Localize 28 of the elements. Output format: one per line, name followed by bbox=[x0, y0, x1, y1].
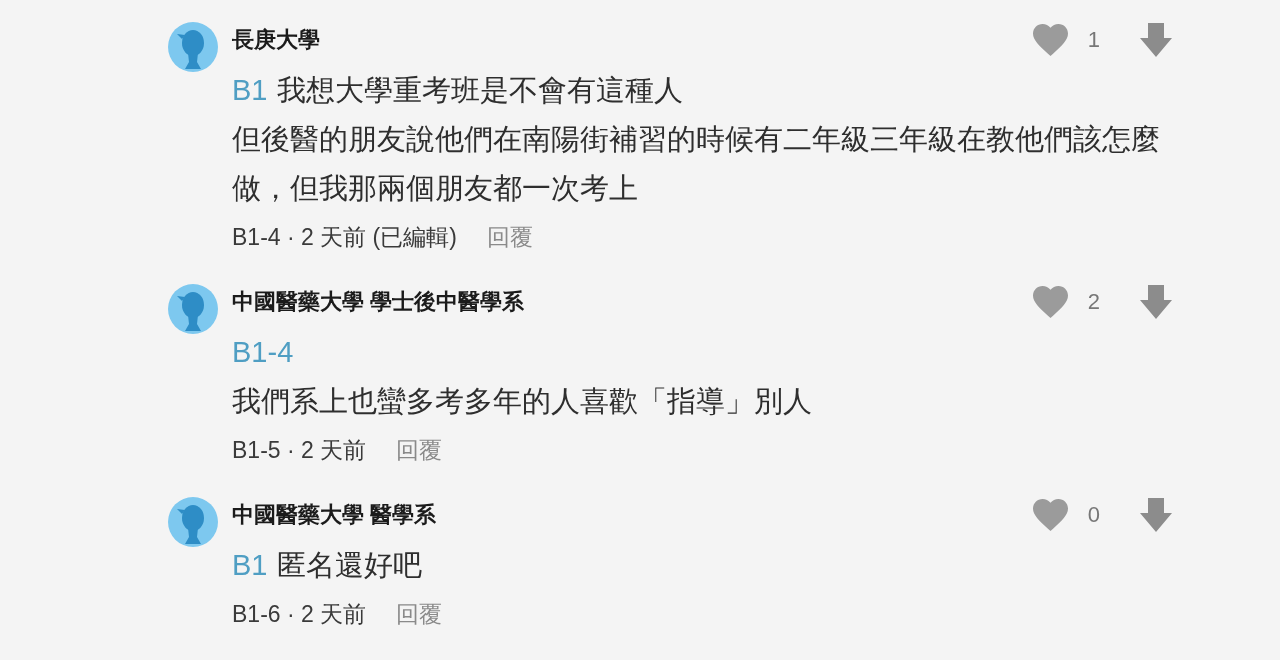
heart-icon[interactable] bbox=[1032, 24, 1068, 56]
reply-link[interactable]: 回覆 bbox=[396, 599, 443, 630]
mention-link[interactable]: B1-4 bbox=[232, 336, 294, 368]
avatar-icon bbox=[168, 497, 218, 547]
mention-link[interactable]: B1 bbox=[232, 549, 268, 581]
comment-text: B1 我想大學重考班是不會有這種人 bbox=[232, 73, 684, 108]
like-count: 0 bbox=[1087, 502, 1100, 528]
comment-text: 但後醫的朋友說他們在南陽街補習的時候有二年級三年級在教他們該怎麼做，但我那兩個朋友都一次考上 bbox=[232, 122, 1161, 206]
heart-icon[interactable] bbox=[1032, 286, 1068, 318]
down-arrow-icon[interactable] bbox=[1140, 285, 1172, 319]
comment-meta: B1-6 · 2 天前 bbox=[232, 600, 367, 629]
like-count: 2 bbox=[1087, 289, 1100, 315]
comment-meta: B1-5 · 2 天前 bbox=[232, 436, 367, 465]
comment-meta: B1-4 · 2 天前 (已編輯) bbox=[232, 223, 457, 252]
author-name: 中國醫藥大學 學士後中醫學系 bbox=[232, 288, 525, 316]
heart-icon[interactable] bbox=[1032, 499, 1068, 531]
like-count: 1 bbox=[1087, 27, 1100, 53]
author-name: 長庚大學 bbox=[232, 26, 320, 54]
down-arrow-icon[interactable] bbox=[1140, 498, 1172, 532]
avatar-icon bbox=[168, 284, 218, 334]
mention-link[interactable]: B1 bbox=[232, 74, 268, 106]
comment-text: 我們系上也蠻多考多年的人喜歡「指導」別人 bbox=[232, 384, 812, 419]
reply-link[interactable]: 回覆 bbox=[396, 435, 443, 466]
down-arrow-icon[interactable] bbox=[1140, 23, 1172, 57]
reply-link[interactable]: 回覆 bbox=[486, 222, 533, 253]
comment-text: B1 匿名還好吧 bbox=[232, 548, 423, 583]
author-name: 中國醫藥大學 醫學系 bbox=[232, 501, 437, 529]
avatar-icon bbox=[168, 22, 218, 72]
